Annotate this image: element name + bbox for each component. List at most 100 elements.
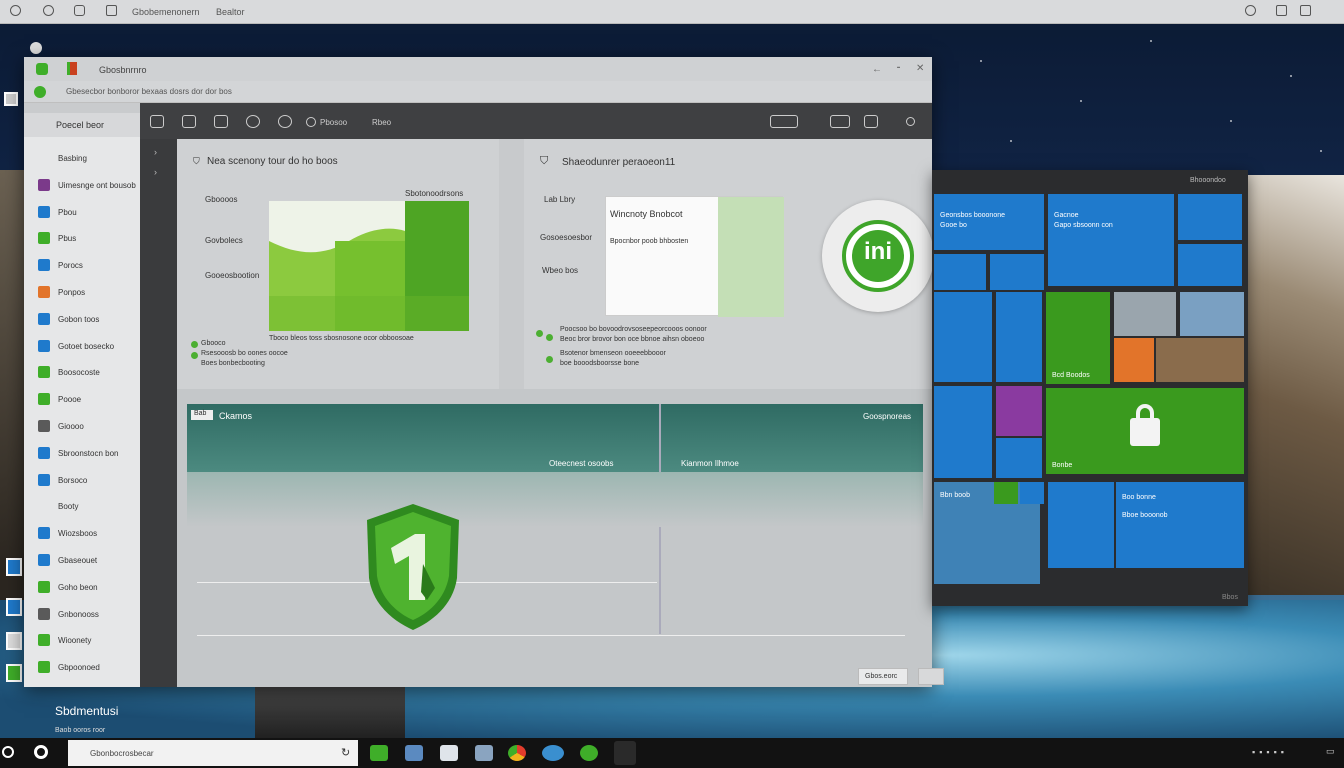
tile[interactable] bbox=[1180, 292, 1244, 336]
topbar-item[interactable]: Bealtor bbox=[216, 7, 245, 17]
taskbar-app-icon[interactable] bbox=[475, 745, 493, 761]
tile[interactable]: Gacnoe Gapo sbsoonn con bbox=[1048, 194, 1174, 286]
chevron-icon[interactable]: › bbox=[154, 147, 157, 157]
tile[interactable] bbox=[1114, 338, 1154, 382]
taskbar-search[interactable]: Gbonbocrosbecar ↻ bbox=[68, 740, 358, 766]
sidebar-item[interactable]: Pbus bbox=[24, 227, 140, 249]
tile[interactable]: Boo bonne Bboe booonob bbox=[1116, 482, 1244, 568]
row-label: Gosoesoesbor bbox=[540, 233, 593, 242]
tile[interactable] bbox=[996, 386, 1042, 436]
tile[interactable] bbox=[1156, 338, 1244, 382]
taskbar-app-icon[interactable] bbox=[370, 745, 388, 761]
tile[interactable] bbox=[934, 386, 992, 478]
sidebar-item[interactable]: Gioooo bbox=[24, 415, 140, 437]
tile[interactable] bbox=[1020, 482, 1044, 504]
tile[interactable]: Bcd Boodos bbox=[1046, 292, 1110, 384]
tray-icons[interactable]: ▪▪▪▪▪ bbox=[1252, 747, 1288, 757]
sidebar-item[interactable]: Poooe bbox=[24, 388, 140, 410]
tile[interactable] bbox=[1178, 194, 1242, 240]
sidebar-item[interactable]: Porocs bbox=[24, 254, 140, 276]
browser-icon[interactable] bbox=[508, 745, 526, 761]
sidebar-item[interactable]: Goho beon bbox=[24, 576, 140, 598]
tab-tag[interactable]: Bab bbox=[191, 410, 213, 420]
desktop-icon[interactable] bbox=[6, 598, 22, 616]
tile[interactable] bbox=[934, 254, 986, 290]
topbar-item[interactable]: Gbobemenonern bbox=[132, 7, 200, 17]
taskbar-app-icon[interactable] bbox=[580, 745, 598, 761]
image-icon[interactable] bbox=[182, 115, 196, 128]
tile[interactable] bbox=[1048, 482, 1114, 568]
tile-lock[interactable]: Bonbe bbox=[1046, 388, 1244, 474]
desktop-icon[interactable] bbox=[6, 558, 22, 576]
desktop-icon[interactable] bbox=[6, 664, 22, 682]
lock-icon bbox=[1130, 418, 1160, 446]
toolbar-item[interactable]: Pbosoo bbox=[320, 118, 347, 127]
tab-label[interactable]: Ckamos bbox=[219, 411, 252, 421]
clock-icon[interactable] bbox=[306, 117, 316, 127]
sidebar-item[interactable]: Borsoco bbox=[24, 469, 140, 491]
sidebar-item[interactable]: Gobon toos bbox=[24, 308, 140, 330]
address-bar[interactable]: Gbesecbor bonboror bexaas dosrs dor dor … bbox=[24, 81, 932, 103]
shield-icon[interactable] bbox=[214, 115, 228, 128]
menu-icon[interactable] bbox=[1276, 5, 1287, 16]
sidebar-item-label: Gioooo bbox=[58, 422, 84, 431]
desktop-icon[interactable] bbox=[30, 42, 42, 54]
sidebar-item[interactable]: Wiozsboos bbox=[24, 522, 140, 544]
row-label: Gooeosbootion bbox=[205, 271, 260, 280]
sidebar-item[interactable]: Boosocoste bbox=[24, 361, 140, 383]
sidebar-header[interactable]: Poecel beor bbox=[24, 113, 140, 137]
sidebar-item[interactable]: Gbpoonoed bbox=[24, 656, 140, 678]
sidebar-item[interactable]: Basbing bbox=[24, 147, 140, 169]
taskbar-app-icon[interactable] bbox=[614, 741, 636, 765]
start-icon[interactable] bbox=[2, 746, 14, 758]
cancel-button[interactable] bbox=[918, 668, 944, 685]
desktop-icon[interactable] bbox=[6, 632, 22, 650]
layout-icon[interactable] bbox=[150, 115, 164, 128]
sidebar-item[interactable]: Ponpos bbox=[24, 281, 140, 303]
taskbar-app-icon[interactable] bbox=[405, 745, 423, 761]
sidebar-item[interactable]: Gbaseouet bbox=[24, 549, 140, 571]
sidebar-item[interactable]: Uimesnge ont bousob bbox=[24, 174, 140, 196]
taskbar-app-icon[interactable] bbox=[542, 745, 564, 761]
back-icon[interactable]: ← bbox=[872, 64, 882, 75]
tile[interactable] bbox=[996, 438, 1042, 478]
circle-icon[interactable] bbox=[43, 5, 54, 16]
sidebar-item[interactable]: Pbou bbox=[24, 201, 140, 223]
refresh-icon[interactable] bbox=[278, 115, 292, 128]
cortana-icon[interactable] bbox=[34, 745, 48, 759]
tile[interactable] bbox=[1178, 244, 1242, 286]
tile[interactable] bbox=[934, 292, 992, 382]
circle-icon[interactable] bbox=[10, 5, 21, 16]
sidebar-item[interactable]: Gnbonooss bbox=[24, 603, 140, 625]
sidebar-item[interactable]: Booty bbox=[24, 495, 140, 517]
notification-icon[interactable]: ▭ bbox=[1326, 746, 1335, 757]
folder-icon[interactable] bbox=[106, 5, 117, 16]
chevron-icon[interactable]: › bbox=[154, 167, 157, 177]
sidebar-item[interactable]: Wioonety bbox=[24, 629, 140, 651]
window-icon[interactable] bbox=[830, 115, 850, 128]
info-card[interactable]: Wincnoty Bnobcot Bpocnbor poob bhbosten bbox=[605, 196, 784, 317]
close-icon[interactable] bbox=[1300, 5, 1311, 16]
sidebar-item[interactable]: Sbroonstocn bon bbox=[24, 442, 140, 464]
close-icon[interactable]: ✕ bbox=[916, 63, 924, 74]
tile[interactable] bbox=[994, 482, 1018, 504]
refresh-icon[interactable] bbox=[906, 117, 915, 126]
tile[interactable]: Geonsbos booonone Gooe bo bbox=[934, 194, 1044, 250]
ok-button[interactable]: Gbos.eorc bbox=[858, 668, 908, 685]
minimize-icon[interactable]: ⁃ bbox=[896, 63, 901, 74]
screen-icon[interactable] bbox=[864, 115, 878, 128]
desktop-icon[interactable] bbox=[4, 92, 18, 106]
tile[interactable] bbox=[1114, 292, 1176, 336]
mic-icon[interactable]: ↻ bbox=[341, 746, 350, 759]
tile[interactable] bbox=[990, 254, 1044, 290]
search-icon[interactable] bbox=[246, 115, 260, 128]
sidebar-item[interactable]: Gotoet bosecko bbox=[24, 335, 140, 357]
taskbar-app-icon[interactable] bbox=[440, 745, 458, 761]
toolbar-item[interactable]: Rbeo bbox=[372, 118, 391, 127]
window-icon[interactable] bbox=[770, 115, 798, 128]
chart-caption: Tboco bleos toss sbosnosone ocor obbooso… bbox=[269, 335, 414, 342]
note: Beoc bror brovor bon oce bbnoe aihsn obo… bbox=[560, 336, 705, 343]
tile[interactable] bbox=[996, 292, 1042, 382]
gear-icon[interactable] bbox=[74, 5, 85, 16]
search-icon[interactable] bbox=[1245, 5, 1256, 16]
